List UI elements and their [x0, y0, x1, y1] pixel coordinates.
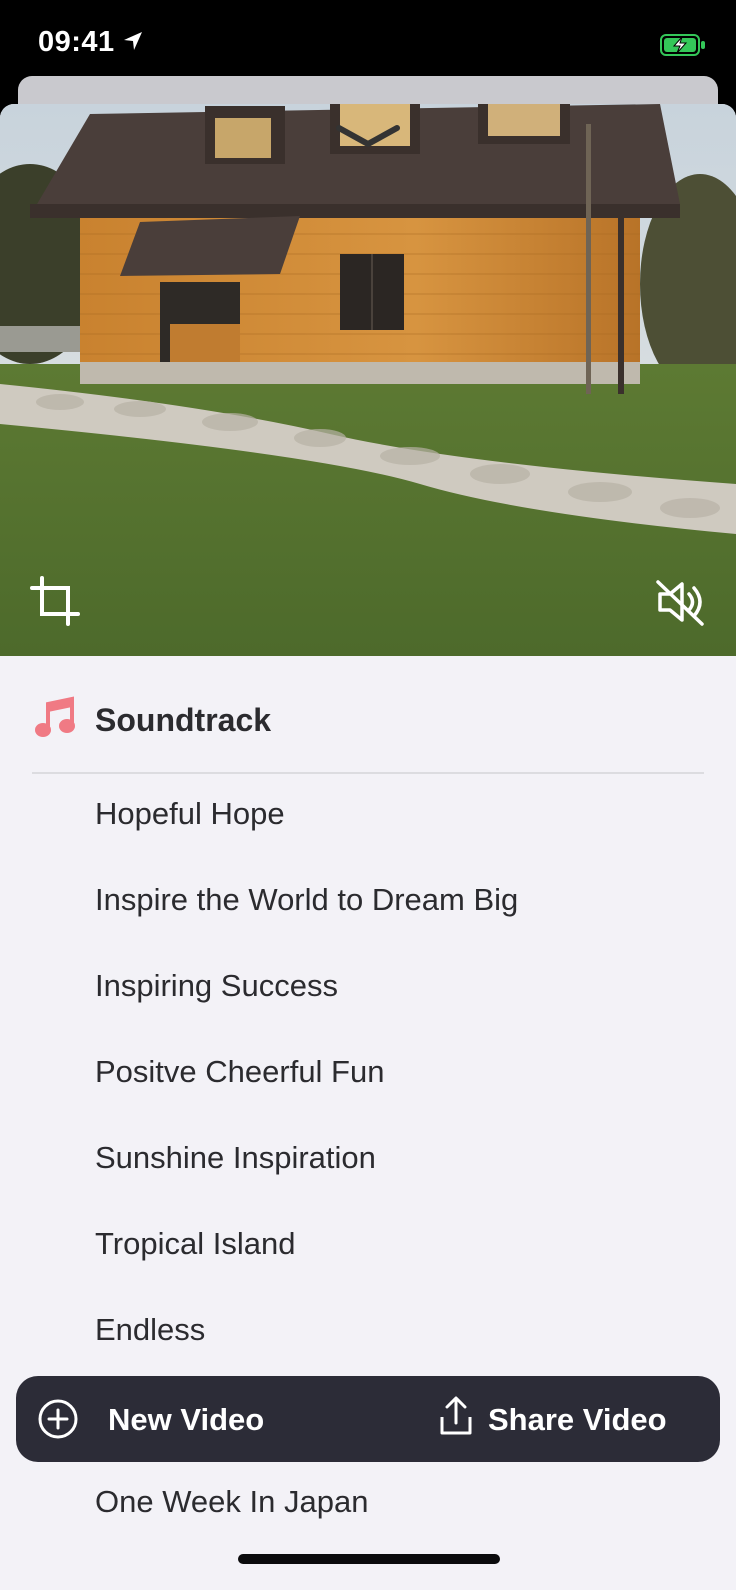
share-icon	[440, 1396, 472, 1435]
track-item[interactable]: Hopeful Hope	[0, 774, 736, 860]
status-time: 09:41	[38, 26, 115, 58]
share-video-button[interactable]: Share Video	[436, 1376, 700, 1462]
track-title: Inspiring Success	[95, 968, 338, 1003]
location-arrow-icon	[122, 30, 144, 57]
action-bar: New Video Share Video	[16, 1376, 720, 1462]
track-item[interactable]: Sunshine Inspiration	[0, 1118, 736, 1204]
track-item[interactable]: Endless	[0, 1290, 736, 1376]
track-title: Sunshine Inspiration	[95, 1140, 376, 1175]
video-preview[interactable]	[0, 104, 736, 656]
track-title: Hopeful Hope	[95, 796, 285, 831]
battery-charging-icon	[660, 34, 706, 61]
track-title: Endless	[95, 1312, 206, 1347]
speaker-muted-icon[interactable]	[652, 574, 708, 630]
crop-icon[interactable]	[28, 574, 84, 630]
track-item[interactable]: Inspire the World to Dream Big	[0, 860, 736, 946]
track-item[interactable]: Tropical Island	[0, 1204, 736, 1290]
music-note-icon	[34, 696, 76, 745]
track-title: Positve Cheerful Fun	[95, 1054, 385, 1089]
track-title: Tropical Island	[95, 1226, 296, 1261]
track-item[interactable]: One Week In Japan	[0, 1462, 736, 1548]
new-video-label: New Video	[108, 1402, 265, 1437]
house-photo	[0, 104, 736, 656]
soundtrack-header: Soundtrack	[0, 656, 736, 776]
track-item[interactable]: Inspiring Success	[0, 946, 736, 1032]
share-video-label: Share Video	[488, 1402, 667, 1437]
soundtrack-title: Soundtrack	[95, 702, 272, 738]
video-editor-sheet: Soundtrack Hopeful Hope Inspire the Worl…	[0, 104, 736, 1590]
track-item[interactable]: Positve Cheerful Fun	[0, 1032, 736, 1118]
track-title: Inspire the World to Dream Big	[95, 882, 519, 917]
new-video-button[interactable]: New Video	[36, 1376, 296, 1462]
home-indicator[interactable]	[238, 1554, 500, 1564]
track-title: One Week In Japan	[95, 1484, 369, 1519]
chevron-down-icon[interactable]	[335, 122, 401, 155]
plus-circle-icon	[38, 1399, 78, 1439]
